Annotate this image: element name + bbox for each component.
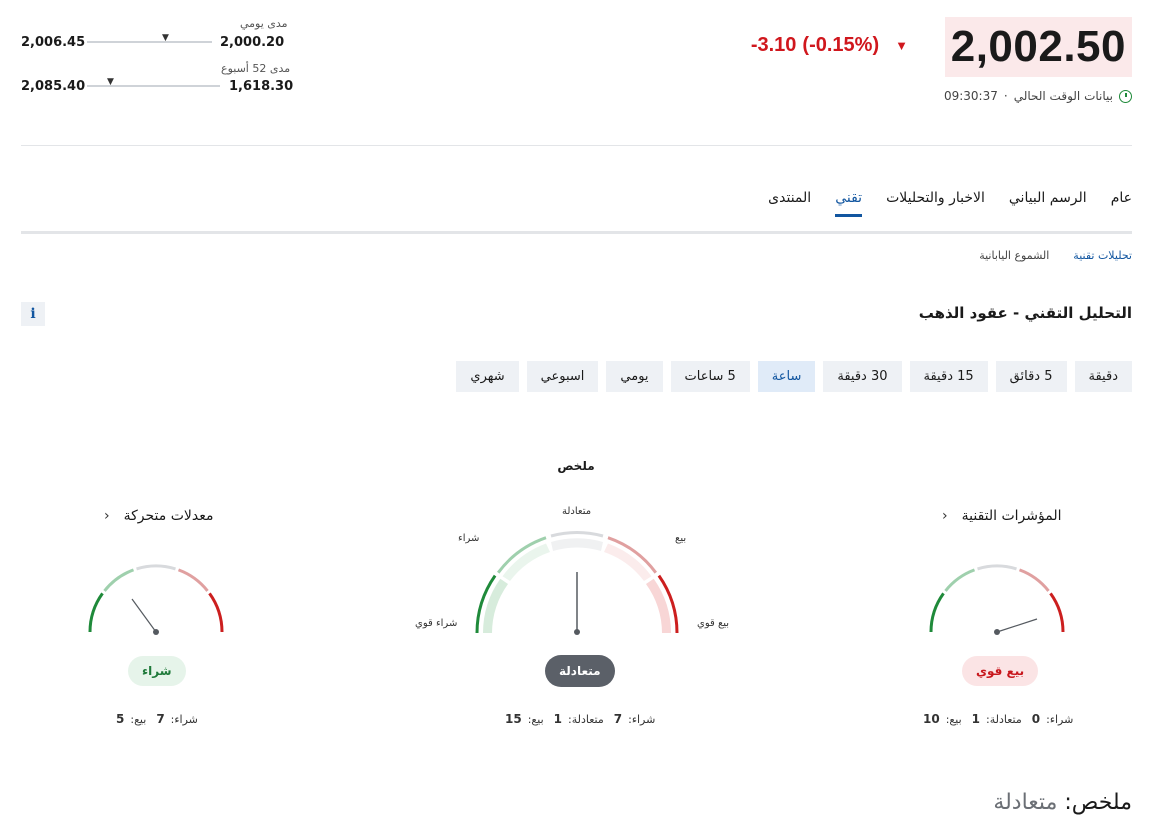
header-divider bbox=[21, 145, 1132, 146]
daily-range-bar bbox=[87, 41, 212, 43]
label-buy: شراء bbox=[458, 533, 480, 544]
summary-gauge bbox=[475, 531, 679, 635]
daily-range-title: مدى يومي bbox=[240, 17, 288, 30]
sub-tabs: تحليلات تقنية الشموع اليابانية bbox=[979, 249, 1132, 262]
moving-averages-link[interactable]: معدلات متحركة ‹ bbox=[104, 508, 213, 524]
chevron-left-icon: ‹ bbox=[942, 508, 948, 524]
ti-sell-count: بيع:10 bbox=[923, 712, 962, 726]
price-change: -3.10 (-0.15%) ▼ bbox=[751, 34, 908, 57]
summary-sell-count: بيع:15 bbox=[505, 712, 544, 726]
label-strong-buy: شراء قوي bbox=[415, 618, 458, 629]
chevron-left-icon: ‹ bbox=[104, 508, 110, 524]
main-tabs: عام الرسم البياني الاخبار والتحليلات تقن… bbox=[768, 190, 1132, 217]
period-monthly[interactable]: شهري bbox=[456, 361, 519, 392]
week52-range-high: 2,085.40 bbox=[21, 79, 86, 94]
clock-icon bbox=[1119, 89, 1132, 103]
daily-range-marker-icon: ▼ bbox=[162, 33, 169, 43]
moving-averages-gauge bbox=[88, 564, 224, 635]
period-1min[interactable]: دقيقة bbox=[1074, 361, 1132, 392]
week52-range-low: 1,618.30 bbox=[229, 79, 294, 94]
period-5hours[interactable]: 5 ساعات bbox=[670, 361, 750, 392]
ma-buy-count: شراء:7 bbox=[156, 712, 198, 726]
technical-indicators-gauge bbox=[929, 564, 1065, 635]
subtab-candlesticks[interactable]: الشموع اليابانية bbox=[979, 249, 1049, 262]
tabs-underline bbox=[21, 231, 1132, 234]
bottom-summary: ملخص: متعادلة bbox=[993, 790, 1132, 815]
summary-counts: شراء:7 متعادلة:1 بيع:15 bbox=[505, 712, 655, 726]
last-price: 2,002.50 bbox=[944, 17, 1132, 77]
daily-range-high: 2,006.45 bbox=[21, 35, 86, 50]
week52-range-title: مدى 52 أسبوع bbox=[221, 62, 291, 75]
tab-overview[interactable]: عام bbox=[1111, 190, 1132, 217]
time-status: 09:30:37 · بيانات الوقت الحالي bbox=[944, 89, 1132, 103]
period-1hour[interactable]: ساعة bbox=[757, 361, 816, 392]
bottom-summary-value: متعادلة bbox=[993, 790, 1058, 815]
technical-indicators-counts: شراء:0 متعادلة:1 بيع:10 bbox=[923, 712, 1073, 726]
label-neutral: متعادلة bbox=[562, 506, 592, 517]
section-title: التحليل التقني - عقود الذهب bbox=[918, 304, 1132, 322]
period-weekly[interactable]: اسبوعي bbox=[526, 361, 599, 392]
summary-verdict: متعادلة bbox=[545, 655, 615, 687]
period-30min[interactable]: 30 دقيقة bbox=[823, 361, 902, 392]
summary-heading: ملخص bbox=[557, 459, 595, 473]
technical-indicators-verdict: بيع قوي bbox=[962, 656, 1039, 686]
info-icon[interactable]: i bbox=[21, 302, 45, 326]
ma-sell-count: بيع:5 bbox=[116, 712, 147, 726]
moving-averages-counts: شراء:7 بيع:5 bbox=[116, 712, 198, 726]
week52-range-marker-icon: ▼ bbox=[107, 77, 114, 87]
period-daily[interactable]: يومي bbox=[606, 361, 663, 392]
daily-range-low: 2,000.20 bbox=[220, 35, 285, 50]
bottom-summary-label: ملخص: bbox=[1064, 790, 1132, 815]
time-label: بيانات الوقت الحالي bbox=[1013, 89, 1113, 103]
tab-chart[interactable]: الرسم البياني bbox=[1009, 190, 1087, 217]
technical-indicators-title: المؤشرات التقنية bbox=[961, 508, 1062, 524]
ti-neutral-count: متعادلة:1 bbox=[971, 712, 1022, 726]
moving-averages-verdict: شراء bbox=[128, 656, 186, 686]
time-separator: · bbox=[1003, 89, 1008, 103]
subtab-technical-analysis[interactable]: تحليلات تقنية bbox=[1073, 249, 1132, 262]
label-strong-sell: بيع قوي bbox=[697, 618, 730, 629]
moving-averages-title: معدلات متحركة bbox=[123, 508, 214, 524]
time-value: 09:30:37 bbox=[943, 89, 998, 103]
tab-news[interactable]: الاخبار والتحليلات bbox=[886, 190, 985, 217]
ti-buy-count: شراء:0 bbox=[1031, 712, 1074, 726]
period-5min[interactable]: 5 دقائق bbox=[995, 361, 1067, 392]
period-selector: دقيقة 5 دقائق 15 دقيقة 30 دقيقة ساعة 5 س… bbox=[456, 361, 1132, 392]
summary-neutral-count: متعادلة:1 bbox=[553, 712, 604, 726]
period-15min[interactable]: 15 دقيقة bbox=[909, 361, 988, 392]
tab-technical[interactable]: تقني bbox=[835, 190, 863, 217]
down-arrow-icon: ▼ bbox=[895, 38, 908, 53]
change-percent: (-0.15%) bbox=[802, 34, 880, 56]
summary-buy-count: شراء:7 bbox=[613, 712, 656, 726]
label-sell: بيع bbox=[675, 533, 687, 544]
tab-forum[interactable]: المنتدى bbox=[768, 190, 811, 217]
technical-indicators-link[interactable]: المؤشرات التقنية ‹ bbox=[942, 508, 1061, 524]
change-value: -3.10 bbox=[750, 34, 797, 56]
